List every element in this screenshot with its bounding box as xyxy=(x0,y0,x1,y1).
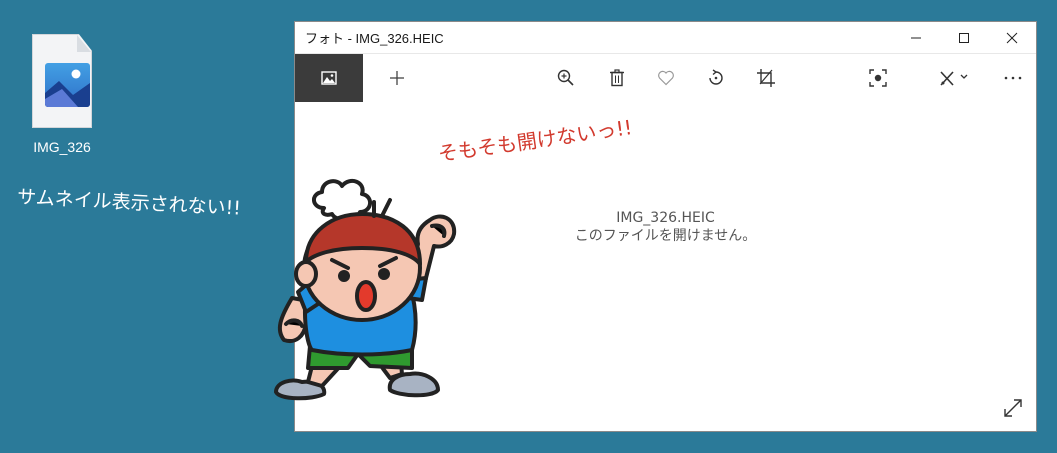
angry-boy-illustration xyxy=(274,178,457,401)
expand-icon[interactable] xyxy=(1002,397,1024,419)
edit-draw-button[interactable] xyxy=(931,54,977,102)
minimize-button[interactable] xyxy=(892,22,940,54)
image-file-icon xyxy=(32,34,92,128)
crop-icon xyxy=(757,69,775,87)
close-button[interactable] xyxy=(988,22,1036,54)
edit-draw-icon xyxy=(940,71,968,86)
rotate-icon xyxy=(709,69,723,85)
title-bar: フォト - IMG_326.HEIC xyxy=(295,22,1036,54)
zoom-icon xyxy=(557,69,574,86)
toolbar xyxy=(295,54,1036,102)
maximize-button[interactable] xyxy=(940,22,988,54)
favorite-icon xyxy=(658,70,674,86)
favorite-button[interactable] xyxy=(646,54,686,102)
close-icon xyxy=(1006,32,1018,43)
window-title: フォト - IMG_326.HEIC xyxy=(305,31,444,46)
add-icon xyxy=(390,71,404,85)
crop-button[interactable] xyxy=(746,54,786,102)
zoom-button[interactable] xyxy=(546,54,586,102)
enhance-button[interactable] xyxy=(858,54,898,102)
desktop-caption: サムネイル表示されない!! xyxy=(16,185,242,220)
desktop-file-label: IMG_326 xyxy=(33,139,91,155)
minimize-icon xyxy=(911,37,921,38)
add-button[interactable] xyxy=(377,54,417,102)
image-view-button[interactable] xyxy=(295,54,363,102)
image-view-icon xyxy=(321,71,337,85)
delete-button[interactable] xyxy=(597,54,637,102)
more-button[interactable] xyxy=(993,54,1033,102)
delete-icon xyxy=(610,69,624,87)
maximize-icon xyxy=(959,32,969,43)
enhance-icon xyxy=(869,69,887,87)
more-icon xyxy=(1004,76,1022,80)
rotate-button[interactable] xyxy=(696,54,736,102)
desktop-file-img-326[interactable]: IMG_326 xyxy=(20,28,104,155)
